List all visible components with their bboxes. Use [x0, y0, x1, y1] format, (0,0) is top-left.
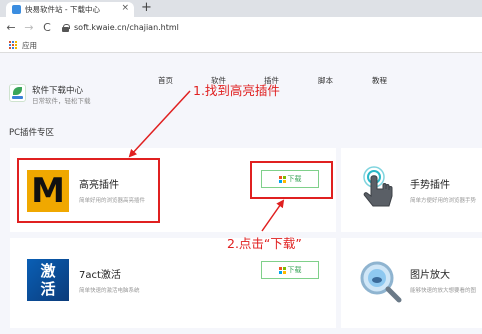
- nav-item-home[interactable]: 首页: [158, 75, 173, 86]
- plugin-desc: 简单快速的激活电脑系统: [79, 288, 140, 294]
- tab-bar: 快易软件站 - 下载中心 × +: [0, 0, 482, 17]
- download-button-7act[interactable]: 下载: [261, 261, 319, 279]
- section-title: PC插件专区: [9, 128, 55, 138]
- site-favicon-icon: [12, 5, 21, 14]
- back-button[interactable]: ←: [4, 21, 18, 34]
- url-text: soft.kwaie.cn/chajian.html: [74, 23, 179, 32]
- site-slogan: 日常软件，轻松下载: [32, 97, 91, 105]
- plugin-name: 7act激活: [79, 270, 121, 281]
- nav-item-scripts[interactable]: 脚本: [318, 75, 333, 86]
- apps-bookmark[interactable]: 应用: [22, 40, 37, 51]
- hand-pointer-icon: [363, 166, 393, 207]
- tab-title: 快易软件站 - 下载中心: [25, 5, 100, 14]
- plugin-name: 手势插件: [410, 180, 450, 191]
- windows-icon: [278, 266, 286, 274]
- lock-icon: [62, 23, 70, 32]
- plugin-name: 图片放大: [410, 270, 450, 281]
- arrow-to-plugin: [128, 90, 191, 158]
- site-logo[interactable]: [9, 84, 26, 102]
- annotation-step2: 2.点击“下载”: [227, 236, 302, 251]
- 7act-app-icon: 激 活: [27, 259, 69, 301]
- plugin-desc: 能够快速的放大想要看的图: [410, 288, 477, 294]
- magnifier-icon: [360, 261, 402, 303]
- tab-close-icon[interactable]: ×: [121, 3, 129, 13]
- bookmarks-bar: 应用: [0, 38, 482, 53]
- highlight-box-plugin: [17, 158, 160, 223]
- browser-toolbar: ← → C soft.kwaie.cn/chajian.html: [0, 17, 482, 38]
- plugin-desc: 简单方便好用的浏览器手势: [410, 198, 477, 204]
- browser-tab[interactable]: 快易软件站 - 下载中心 ×: [6, 2, 134, 17]
- forward-button[interactable]: →: [22, 21, 36, 34]
- new-tab-button[interactable]: +: [141, 0, 152, 15]
- highlight-box-download: [250, 161, 333, 199]
- annotation-step1: 1.找到高亮插件: [193, 83, 280, 98]
- address-bar[interactable]: soft.kwaie.cn/chajian.html: [62, 20, 462, 36]
- apps-grid-icon[interactable]: [9, 41, 17, 49]
- nav-item-tutorials[interactable]: 教程: [372, 75, 387, 86]
- download-label: 下载: [287, 266, 302, 274]
- reload-button[interactable]: C: [40, 21, 54, 34]
